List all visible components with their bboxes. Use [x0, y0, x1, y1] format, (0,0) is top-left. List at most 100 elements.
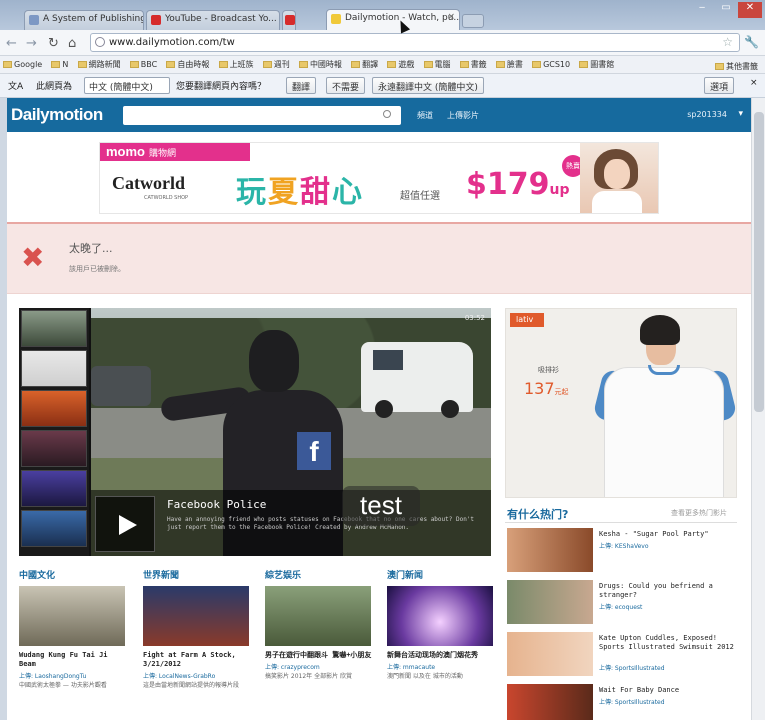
featured-thumbnail[interactable] — [21, 350, 87, 387]
hot-thumbnail[interactable] — [507, 528, 593, 572]
folder-icon — [262, 61, 272, 68]
bookmark-item[interactable]: 臉書 — [493, 56, 526, 70]
tab-youtube[interactable]: YouTube - Broadcast Yo... — [146, 10, 280, 30]
hot-thumbnail[interactable] — [507, 580, 593, 624]
tab-publishing[interactable]: A System of Publishing g... — [24, 10, 144, 30]
tab-youtube-2[interactable] — [282, 10, 296, 30]
bookmark-item[interactable]: 中國時報 — [296, 56, 345, 70]
bookmark-item[interactable]: Google — [0, 57, 45, 69]
bookmark-item[interactable]: 電腦 — [421, 56, 454, 70]
hot-item-title[interactable]: Kesha - "Sugar Pool Party" — [599, 530, 739, 539]
new-tab-button[interactable] — [462, 14, 484, 28]
language-select[interactable]: 中文 (簡體中文) — [84, 77, 170, 94]
bookmarks-bar: Google N 網路新聞 BBC 自由時報 上班族 週刊 中國時報 翻譯 遊戲… — [0, 56, 765, 74]
hot-thumbnail[interactable] — [507, 684, 593, 720]
category-thumbnail[interactable] — [387, 586, 493, 646]
search-icon[interactable] — [383, 110, 391, 118]
hot-list-item[interactable]: Drugs: Could you befriend a stranger? 上傳… — [507, 580, 739, 626]
featured-thumbnail[interactable] — [21, 310, 87, 347]
featured-video[interactable]: f 03:52 Facebook Police Have an annoying… — [91, 308, 491, 556]
sidebar-ad[interactable]: lativ 吸排衫 137元起 — [505, 308, 737, 498]
category-video-title[interactable]: 男子在遊行中翻跟斗 驚嚇+小朋友 — [265, 651, 373, 660]
bookmark-item[interactable]: 週刊 — [260, 56, 293, 70]
hot-item-title[interactable]: Kate Upton Cuddles, Exposed! Sports Illu… — [599, 634, 739, 652]
category-video-uploader[interactable]: 上傳: LaoshangDongTu — [19, 671, 127, 680]
translate-button[interactable]: 翻譯 — [286, 77, 317, 94]
no-thanks-button[interactable]: 不需要 — [326, 77, 366, 94]
bookmark-item[interactable]: 上班族 — [216, 56, 257, 70]
back-arrow-icon[interactable]: ← — [6, 36, 17, 51]
ad-headline-char: 玩 — [236, 175, 268, 210]
ad-price-value: $179 — [466, 167, 550, 202]
site-header: Dailymotion 頻道 上傳影片 sp201334 ▾ — [7, 98, 751, 132]
hot-item-title[interactable]: Drugs: Could you befriend a stranger? — [599, 582, 739, 600]
hot-item-title[interactable]: Wait For Baby Dance — [599, 686, 739, 695]
hot-item-uploader[interactable]: 上傳: SportsIllustrated — [599, 663, 665, 672]
video-title[interactable]: Facebook Police — [167, 498, 266, 511]
hot-list-item[interactable]: Kesha - "Sugar Pool Party" 上傳: KEShaVevo — [507, 528, 739, 574]
featured-thumbnail[interactable] — [21, 430, 87, 467]
featured-thumbnail[interactable] — [21, 390, 87, 427]
category-video-title[interactable]: Wudang Kung Fu Tai Ji Beam — [19, 651, 127, 669]
bookmark-item[interactable]: 圖書館 — [576, 56, 617, 70]
bookmark-item[interactable]: BBC — [127, 57, 160, 69]
bookmark-star-icon[interactable]: ☆ — [722, 35, 733, 49]
hot-item-uploader[interactable]: 上傳: SportsIllustrated — [599, 697, 665, 706]
category-thumbnail[interactable] — [265, 586, 371, 646]
category-thumbnail[interactable] — [143, 586, 249, 646]
hot-thumbnail[interactable] — [507, 632, 593, 676]
category-heading[interactable]: 澳门新闻 — [387, 568, 495, 582]
bookmark-item[interactable]: 遊戲 — [384, 56, 417, 70]
hot-list-item[interactable]: Kate Upton Cuddles, Exposed! Sports Illu… — [507, 632, 739, 678]
user-menu[interactable]: sp201334 — [687, 110, 727, 119]
hot-more-link[interactable]: 查看更多热门影片 — [671, 508, 727, 518]
page-scrollbar[interactable] — [751, 98, 765, 720]
scrollbar-thumb[interactable] — [754, 112, 764, 412]
site-logo[interactable]: Dailymotion — [11, 105, 103, 125]
search-input[interactable] — [123, 106, 401, 125]
featured-player[interactable]: f 03:52 Facebook Police Have an annoying… — [19, 308, 491, 556]
play-button[interactable] — [95, 496, 155, 552]
bookmark-item[interactable]: 自由時報 — [163, 56, 212, 70]
forward-arrow-icon[interactable]: → — [26, 36, 37, 51]
home-icon[interactable]: ⌂ — [68, 36, 76, 51]
category-thumbnail[interactable] — [19, 586, 125, 646]
bookmark-item[interactable]: GCS10 — [529, 57, 573, 69]
featured-thumbnail[interactable] — [21, 510, 87, 547]
ad-banner[interactable]: momo 購物網 Catworld CATWORLD SHOP 玩夏甜心 超值任選… — [99, 142, 659, 214]
category-heading[interactable]: 中國文化 — [19, 568, 127, 582]
bookmark-item[interactable]: 網路新聞 — [75, 56, 124, 70]
chevron-down-icon[interactable]: ▾ — [738, 109, 743, 119]
maximize-icon[interactable]: ▭ — [714, 2, 738, 18]
tab-dailymotion[interactable]: Dailymotion - Watch, pu... × — [326, 9, 460, 31]
hot-item-uploader[interactable]: 上傳: ecoquest — [599, 602, 642, 611]
category-heading[interactable]: 世界新聞 — [143, 568, 251, 582]
category-video-title[interactable]: Fight at Farm A Stock, 3/21/2012 — [143, 651, 251, 669]
close-tab-icon[interactable]: × — [447, 12, 455, 22]
featured-thumbnail[interactable] — [21, 470, 87, 507]
always-translate-button[interactable]: 永遠翻譯中文 (簡體中文) — [372, 77, 484, 94]
address-bar[interactable]: www.dailymotion.com/tw ☆ — [90, 33, 740, 52]
hot-list-item[interactable]: Wait For Baby Dance 上傳: SportsIllustrate… — [507, 684, 739, 720]
close-translate-icon[interactable]: × — [750, 78, 758, 88]
bookmark-item[interactable]: N — [48, 57, 71, 69]
reload-icon[interactable]: ↻ — [48, 36, 59, 51]
folder-icon — [459, 61, 469, 68]
wrench-menu-icon[interactable]: 🔧 — [744, 35, 759, 49]
category-heading[interactable]: 綜艺娱乐 — [265, 568, 373, 582]
bookmark-item[interactable]: 翻譯 — [348, 56, 381, 70]
other-bookmarks[interactable]: 其他書籤 — [712, 58, 761, 72]
close-window-icon[interactable]: ✕ — [738, 2, 762, 18]
nav-channels[interactable]: 頻道 — [417, 110, 433, 121]
sidebar-ad-price-value: 137 — [524, 379, 555, 398]
options-button[interactable]: 選項 — [704, 77, 735, 94]
category-video-uploader[interactable]: 上傳: mmacaute — [387, 662, 495, 671]
folder-icon — [129, 61, 139, 68]
hot-item-uploader[interactable]: 上傳: KEShaVevo — [599, 541, 649, 550]
bookmark-item[interactable]: 書籤 — [457, 56, 490, 70]
category-video-uploader[interactable]: 上傳: crazyprecom — [265, 662, 373, 671]
category-video-uploader[interactable]: 上傳: LocalNews-GrabRo — [143, 671, 251, 680]
nav-upload[interactable]: 上傳影片 — [447, 110, 479, 121]
category-video-title[interactable]: 新舞台活动现场的澳门烟花秀 — [387, 651, 495, 660]
minimize-icon[interactable]: ‒ — [690, 2, 714, 18]
